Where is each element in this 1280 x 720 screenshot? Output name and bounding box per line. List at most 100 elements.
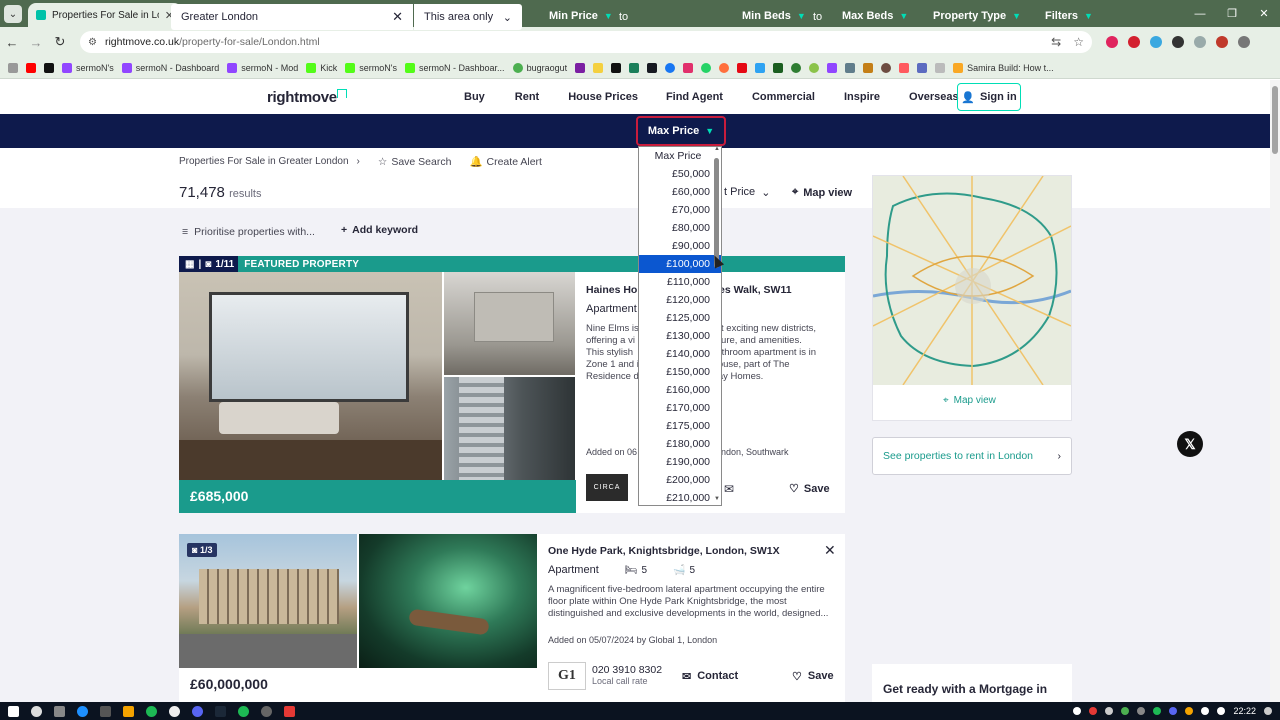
tray-icon[interactable] [1153, 707, 1162, 715]
translate-icon[interactable]: ⇆ [1051, 35, 1061, 49]
extension-icon[interactable] [1172, 36, 1184, 48]
max-price-option[interactable]: £60,000 [639, 183, 721, 201]
listing-address[interactable]: Haines Hou es Walk, SW11 [586, 284, 792, 296]
notification-icon[interactable] [1264, 707, 1272, 715]
bookmark-item[interactable]: sermoN's [62, 62, 114, 73]
radius-select[interactable]: This area only ⌄ [414, 4, 522, 30]
mortgage-promo[interactable]: Get ready with a Mortgage in [872, 664, 1072, 704]
max-price-option[interactable]: £200,000 [639, 471, 721, 489]
save-listing-button[interactable]: ♡ Save [792, 670, 834, 683]
min-beds-select[interactable]: Min Beds ▼ [742, 10, 806, 22]
bookmark-apps-icon[interactable] [8, 62, 18, 73]
menu-kebab-icon[interactable] [1238, 36, 1250, 48]
bookmark-item[interactable] [611, 62, 622, 73]
max-price-option[interactable]: £100,000 [639, 255, 721, 273]
scroll-up-icon[interactable]: ▲ [714, 146, 720, 152]
tray-icon[interactable] [1185, 707, 1194, 715]
bookmark-item[interactable]: sermoN - Dashboard [121, 62, 219, 73]
tray-icon[interactable] [1089, 707, 1098, 715]
bookmark-item[interactable] [737, 62, 748, 73]
bookmark-folder-icon[interactable] [935, 62, 946, 73]
max-price-option[interactable]: £125,000 [639, 309, 721, 327]
bookmark-item[interactable] [665, 62, 676, 73]
nav-house-prices[interactable]: House Prices [568, 91, 638, 103]
puzzle-icon[interactable] [1194, 36, 1206, 48]
obs-icon[interactable] [284, 705, 295, 717]
max-price-option[interactable]: £180,000 [639, 435, 721, 453]
bookmark-item[interactable] [899, 62, 910, 73]
nav-rent[interactable]: Rent [515, 91, 539, 103]
search-icon[interactable] [31, 705, 42, 717]
agent-logo[interactable]: CIRCA [586, 474, 628, 501]
nav-find-agent[interactable]: Find Agent [666, 91, 723, 103]
max-price-option[interactable]: £175,000 [639, 417, 721, 435]
bookmark-item[interactable] [809, 62, 820, 73]
bookmark-item[interactable] [647, 62, 658, 73]
bookmark-item[interactable] [791, 62, 802, 73]
nav-inspire[interactable]: Inspire [844, 91, 880, 103]
property-type-select[interactable]: Property Type ▼ [933, 10, 1021, 22]
dropdown-scrollbar-thumb[interactable] [714, 158, 719, 268]
nav-commercial[interactable]: Commercial [752, 91, 815, 103]
max-price-select[interactable]: Max Price ▼ [636, 116, 726, 146]
rent-properties-link[interactable]: See properties to rent in London › [872, 437, 1072, 475]
spotify-icon[interactable] [238, 705, 249, 717]
max-price-option[interactable]: £90,000 [639, 237, 721, 255]
tray-icon[interactable] [1169, 707, 1178, 715]
max-price-option[interactable]: £70,000 [639, 201, 721, 219]
nav-buy[interactable]: Buy [464, 91, 485, 103]
task-view-icon[interactable] [54, 705, 65, 717]
back-icon[interactable]: ← [0, 35, 24, 50]
scroll-down-icon[interactable]: ▼ [714, 496, 720, 502]
tray-icon[interactable] [1073, 707, 1082, 715]
listing-main-photo[interactable] [179, 272, 442, 480]
start-icon[interactable] [8, 705, 19, 717]
add-keyword-button[interactable]: + Add keyword [341, 224, 418, 236]
bookmark-item[interactable] [701, 62, 712, 73]
bookmark-item[interactable]: sermoN's [345, 62, 397, 73]
save-search-button[interactable]: ☆ Save Search [378, 156, 452, 168]
forward-icon[interactable]: → [24, 35, 48, 50]
bookmark-item[interactable] [755, 62, 766, 73]
max-price-option[interactable]: £190,000 [639, 453, 721, 471]
bookmark-item[interactable] [629, 62, 640, 73]
clock[interactable]: 22:22 [1233, 706, 1256, 716]
discord-icon[interactable] [192, 705, 203, 717]
rightmove-logo[interactable]: rightmove [267, 89, 337, 106]
sidebar-map-view-link[interactable]: ⌖ Map view [943, 395, 996, 406]
page-scrollbar[interactable] [1270, 80, 1280, 702]
tab-search-icon[interactable]: ⌄ [4, 5, 22, 23]
listing-photo-balcony[interactable] [444, 377, 575, 480]
max-price-option[interactable]: £50,000 [639, 165, 721, 183]
bookmark-item[interactable] [827, 62, 838, 73]
bookmark-item[interactable]: sermoN - Dashboar... [405, 62, 505, 73]
bookmark-item[interactable] [719, 62, 730, 73]
email-icon[interactable]: ✉ [724, 482, 734, 496]
bookmark-item[interactable] [683, 62, 694, 73]
agent-phone[interactable]: 020 3910 8302 Local call rate [592, 664, 662, 686]
agent-logo[interactable]: G1 [548, 662, 586, 690]
max-price-option[interactable]: £120,000 [639, 291, 721, 309]
save-listing-button[interactable]: ♡ Save [789, 482, 830, 496]
breadcrumb-link[interactable]: Properties For Sale in Greater London [179, 156, 349, 167]
max-price-option[interactable]: £150,000 [639, 363, 721, 381]
map-image[interactable] [873, 176, 1071, 385]
extension-icon[interactable] [1106, 36, 1118, 48]
bookmark-item[interactable] [773, 62, 784, 73]
max-beds-select[interactable]: Max Beds ▼ [842, 10, 908, 22]
x-logo-icon[interactable]: 𝕏 [1177, 431, 1203, 457]
max-price-option[interactable]: £130,000 [639, 327, 721, 345]
listing-photo-pool[interactable] [359, 534, 537, 668]
volume-icon[interactable] [1217, 707, 1226, 715]
max-price-option[interactable]: £140,000 [639, 345, 721, 363]
max-price-dropdown[interactable]: Max Price £50,000 £60,000 £70,000 £80,000 £9… [638, 146, 722, 506]
browser-tab[interactable]: Properties For Sale in London ✕ [28, 3, 182, 27]
bookmark-item[interactable]: Samira Build: How t... [953, 62, 1054, 73]
max-price-option[interactable]: £170,000 [639, 399, 721, 417]
map-preview[interactable]: ⌖ Map view [872, 175, 1072, 421]
url-input[interactable]: ⚙ rightmove.co.uk/property-for-sale/Lond… [80, 31, 1092, 53]
app-icon[interactable] [100, 705, 111, 717]
listing-card[interactable]: ◙ 1/3 £60,000,000 One Hyde Park, Knights… [179, 534, 845, 704]
contact-button[interactable]: ✉ Contact [682, 670, 738, 683]
filters-button[interactable]: Filters ▼ [1045, 10, 1093, 22]
